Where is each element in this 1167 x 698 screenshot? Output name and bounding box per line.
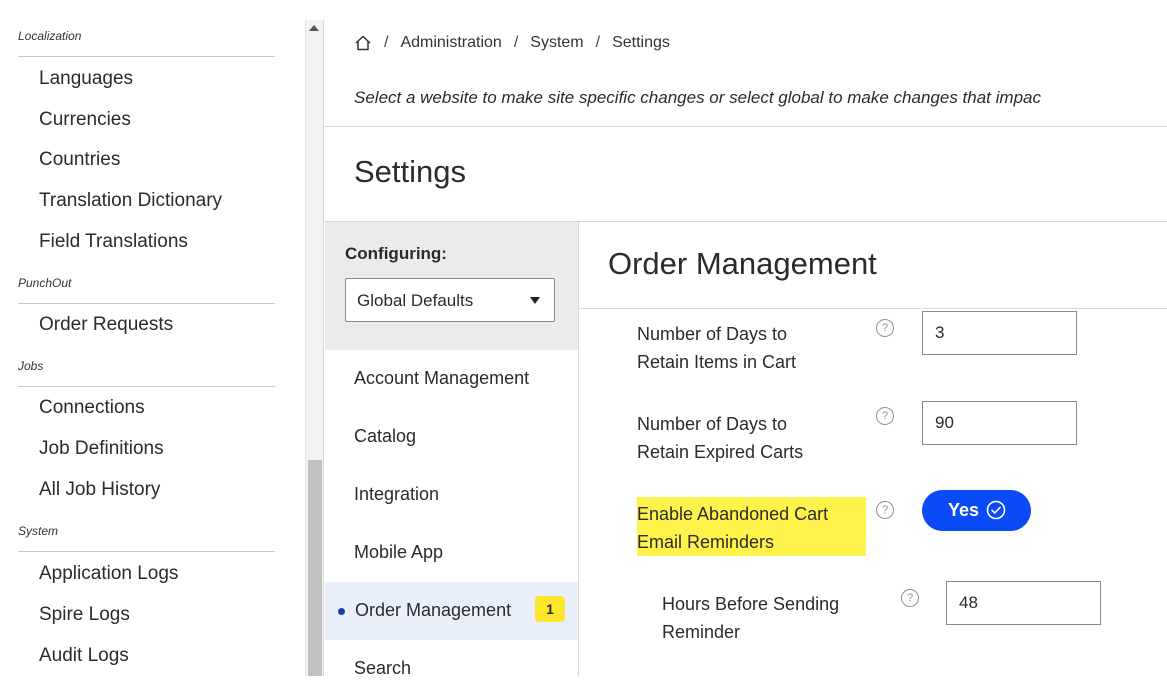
left-navigation: Localization Languages Currencies Countr… <box>0 0 305 676</box>
scrollbar-thumb[interactable] <box>308 460 322 676</box>
label-line: Hours Before Sending <box>662 594 840 614</box>
divider <box>18 303 275 304</box>
hours-before-reminder-input[interactable] <box>946 581 1101 625</box>
configuring-select[interactable]: Global Defaults <box>345 278 555 322</box>
nav-item-currencies[interactable]: Currencies <box>39 109 131 131</box>
nav-scrollbar[interactable] <box>305 20 324 676</box>
nav-item-spire-logs[interactable]: Spire Logs <box>39 604 130 626</box>
menu-item-label: Order Management <box>355 600 512 620</box>
breadcrumb-administration[interactable]: Administration <box>400 34 501 52</box>
settings-menu-catalog[interactable]: Catalog <box>325 408 578 466</box>
chevron-down-icon <box>530 297 540 304</box>
label-line: Retain Expired Carts <box>637 442 804 462</box>
breadcrumb-separator: / <box>513 34 519 51</box>
scroll-up-arrow-icon[interactable] <box>309 25 319 31</box>
field-label-retain-expired: Number of Days to Retain Expired Carts <box>637 410 803 466</box>
check-circle-icon <box>986 500 1006 520</box>
page-title: Settings <box>354 154 467 189</box>
divider <box>18 551 275 552</box>
toggle-label: Yes <box>948 500 980 520</box>
nav-item-languages[interactable]: Languages <box>39 68 133 90</box>
nav-section-localization: Localization <box>18 29 82 43</box>
configuring-label: Configuring: <box>345 244 447 263</box>
label-line: Number of Days to <box>637 414 788 434</box>
abandoned-cart-toggle[interactable]: Yes <box>922 490 1031 531</box>
breadcrumb-settings: Settings <box>612 34 670 51</box>
nav-item-audit-logs[interactable]: Audit Logs <box>39 645 129 667</box>
divider <box>579 308 1167 309</box>
label-line: Reminder <box>662 622 741 642</box>
field-label-hours-before-reminder: Hours Before Sending Reminder <box>662 590 839 646</box>
breadcrumb-separator: / <box>595 34 601 51</box>
home-icon[interactable] <box>354 34 372 52</box>
divider <box>18 56 275 57</box>
field-label-abandoned-cart: Enable Abandoned Cart Email Reminders <box>637 500 828 556</box>
configuring-panel: Configuring: Global Defaults <box>325 222 578 350</box>
configuring-selected-value: Global Defaults <box>357 291 474 310</box>
retain-items-days-input[interactable] <box>922 311 1077 355</box>
nav-item-countries[interactable]: Countries <box>39 149 120 171</box>
label-line: Enable Abandoned Cart <box>637 504 829 524</box>
settings-menu-order-management[interactable]: Order Management 1 <box>325 582 578 640</box>
nav-item-application-logs[interactable]: Application Logs <box>39 563 178 585</box>
help-icon[interactable]: ? <box>876 407 894 425</box>
menu-item-label: Mobile App <box>354 542 444 562</box>
breadcrumb-system[interactable]: System <box>530 34 583 52</box>
help-icon[interactable]: ? <box>901 589 919 607</box>
label-line: Email Reminders <box>637 532 775 552</box>
menu-item-label: Account Management <box>354 368 530 388</box>
nav-item-connections[interactable]: Connections <box>39 397 145 419</box>
active-indicator-dot-icon <box>338 608 345 615</box>
divider <box>324 126 1167 127</box>
nav-section-system: System <box>18 524 59 538</box>
breadcrumb: / Administration / System / Settings <box>354 34 670 52</box>
nav-item-field-translations[interactable]: Field Translations <box>39 231 188 253</box>
label-line: Retain Items in Cart <box>637 352 797 372</box>
menu-item-label: Catalog <box>354 426 417 446</box>
section-title: Order Management <box>608 246 877 281</box>
nav-item-translation-dictionary[interactable]: Translation Dictionary <box>39 190 222 212</box>
menu-item-label: Integration <box>354 484 440 504</box>
site-selection-note: Select a website to make site specific c… <box>354 88 1041 107</box>
nav-section-jobs: Jobs <box>18 359 44 373</box>
nav-item-all-job-history[interactable]: All Job History <box>39 479 160 501</box>
field-label-retain-items: Number of Days to Retain Items in Cart <box>637 320 796 376</box>
divider <box>578 222 579 676</box>
label-line: Number of Days to <box>637 324 788 344</box>
settings-menu-search[interactable]: Search <box>325 640 578 698</box>
settings-menu-account-management[interactable]: Account Management <box>325 350 578 408</box>
help-icon[interactable]: ? <box>876 501 894 519</box>
breadcrumb-separator: / <box>384 34 389 51</box>
settings-menu-mobile-app[interactable]: Mobile App <box>325 524 578 582</box>
nav-item-job-definitions[interactable]: Job Definitions <box>39 438 164 460</box>
nav-item-order-requests[interactable]: Order Requests <box>39 314 173 336</box>
change-count-badge: 1 <box>535 596 565 622</box>
nav-section-punchout: PunchOut <box>18 276 72 290</box>
help-icon[interactable]: ? <box>876 319 894 337</box>
settings-menu-integration[interactable]: Integration <box>325 466 578 524</box>
divider <box>323 20 324 676</box>
divider <box>18 386 275 387</box>
retain-expired-days-input[interactable] <box>922 401 1077 445</box>
